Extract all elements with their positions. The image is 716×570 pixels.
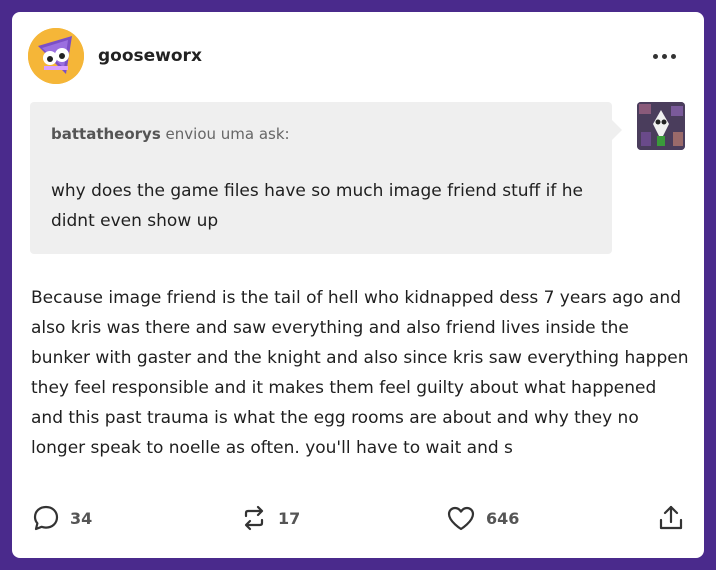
reblog-icon (244, 505, 264, 531)
reblog-count: 17 (278, 508, 301, 528)
comment-icon (33, 505, 59, 531)
ask-sent-label: enviou uma ask: (165, 125, 290, 143)
ellipsis-icon[interactable] (650, 46, 678, 66)
answer-text: Because image friend is the tail of hell… (31, 288, 689, 458)
dot (670, 53, 676, 59)
post-card: gooseworx battatheorys enviou uma ask: w… (12, 12, 704, 558)
asker-line: battatheorys enviou uma ask: (51, 125, 290, 143)
post-footer: 34 17 646 (12, 500, 704, 540)
like-button[interactable]: 646 (446, 504, 519, 532)
asker-name[interactable]: battatheorys (51, 125, 161, 143)
heart-icon (447, 506, 475, 531)
share-icon (659, 505, 683, 530)
ask-question: why does the game files have so much ima… (51, 181, 584, 231)
asker-avatar[interactable] (637, 102, 685, 150)
dot (652, 53, 658, 59)
ask-box: battatheorys enviou uma ask: why does th… (30, 102, 622, 254)
avatar-image (28, 28, 84, 84)
reblog-button[interactable]: 17 (240, 504, 300, 532)
reply-count: 34 (70, 508, 93, 528)
user-avatar[interactable] (28, 28, 84, 84)
asker-avatar-image (637, 102, 685, 150)
share-button[interactable] (658, 504, 684, 532)
username[interactable]: gooseworx (98, 46, 202, 66)
reply-button[interactable]: 34 (32, 504, 92, 532)
dot (661, 53, 667, 59)
like-count: 646 (486, 508, 520, 528)
ask-pointer (612, 120, 622, 140)
